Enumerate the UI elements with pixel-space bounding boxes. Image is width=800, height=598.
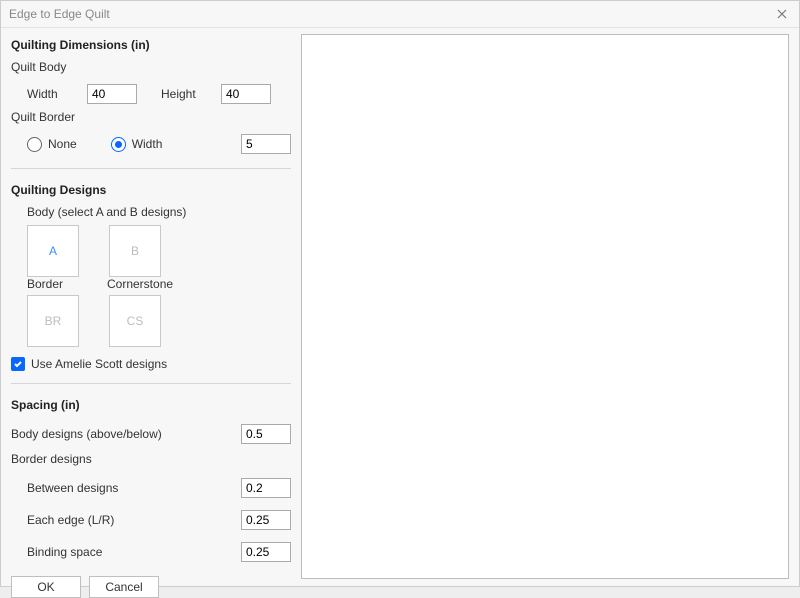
spacing-binding-input[interactable] xyxy=(241,542,291,562)
radio-width-icon xyxy=(111,137,126,152)
designs-heading: Quilting Designs xyxy=(11,183,291,197)
spacing-binding-label: Binding space xyxy=(27,545,241,559)
dimensions-heading: Quilting Dimensions (in) xyxy=(11,38,291,52)
spacing-body-label: Body designs (above/below) xyxy=(11,427,241,441)
body-designs-row: A B xyxy=(27,225,291,277)
design-a-swatch[interactable]: A xyxy=(27,225,79,277)
border-design-label: Border xyxy=(27,277,77,291)
width-input[interactable] xyxy=(87,84,137,104)
height-input[interactable] xyxy=(221,84,271,104)
spacing-binding-row: Binding space xyxy=(11,542,291,562)
design-labels-row: Border Cornerstone xyxy=(27,277,291,291)
spacing-body-input[interactable] xyxy=(241,424,291,444)
ok-button[interactable]: OK xyxy=(11,576,81,598)
border-row: None Width xyxy=(27,134,291,154)
radio-none-icon xyxy=(27,137,42,152)
spacing-edge-row: Each edge (L/R) xyxy=(11,510,291,530)
spacing-between-input[interactable] xyxy=(241,478,291,498)
design-cs-swatch[interactable]: CS xyxy=(109,295,161,347)
spacing-between-row: Between designs xyxy=(11,478,291,498)
spacing-between-label: Between designs xyxy=(27,481,241,495)
designs-body-hint: Body (select A and B designs) xyxy=(27,205,291,219)
quilt-body-row: Width Height xyxy=(11,84,291,104)
design-br-swatch[interactable]: BR xyxy=(27,295,79,347)
close-icon[interactable] xyxy=(773,5,791,23)
preview-panel xyxy=(301,34,789,579)
preview-canvas xyxy=(301,34,789,579)
spacing-heading: Spacing (in) xyxy=(11,398,291,412)
spacing-edge-input[interactable] xyxy=(241,510,291,530)
radio-none-label: None xyxy=(48,137,77,151)
dialog-window: Edge to Edge Quilt Quilting Dimensions (… xyxy=(0,0,800,587)
window-title: Edge to Edge Quilt xyxy=(9,1,110,27)
spacing-body-row: Body designs (above/below) xyxy=(11,424,291,444)
use-amelie-label: Use Amelie Scott designs xyxy=(31,357,167,371)
border-width-input[interactable] xyxy=(241,134,291,154)
height-label: Height xyxy=(161,87,221,101)
left-panel: Quilting Dimensions (in) Quilt Body Widt… xyxy=(11,34,291,579)
use-amelie-row[interactable]: Use Amelie Scott designs xyxy=(11,357,291,371)
dialog-body: Quilting Dimensions (in) Quilt Body Widt… xyxy=(1,28,799,587)
design-b-swatch[interactable]: B xyxy=(109,225,161,277)
border-designs-row: BR CS xyxy=(27,295,291,347)
radio-none[interactable]: None xyxy=(27,137,77,152)
quilt-border-label: Quilt Border xyxy=(11,110,291,124)
spacing-border-heading: Border designs xyxy=(11,452,291,466)
width-label: Width xyxy=(27,87,87,101)
quilt-body-label: Quilt Body xyxy=(11,60,291,74)
titlebar: Edge to Edge Quilt xyxy=(1,1,799,28)
checkbox-checked-icon xyxy=(11,357,25,371)
dialog-buttons: OK Cancel xyxy=(11,568,291,598)
spacing-edge-label: Each edge (L/R) xyxy=(27,513,241,527)
separator-2 xyxy=(11,383,291,384)
corner-design-label: Cornerstone xyxy=(107,277,177,291)
radio-width[interactable]: Width xyxy=(111,137,163,152)
radio-width-label: Width xyxy=(132,137,163,151)
separator-1 xyxy=(11,168,291,169)
cancel-button[interactable]: Cancel xyxy=(89,576,159,598)
